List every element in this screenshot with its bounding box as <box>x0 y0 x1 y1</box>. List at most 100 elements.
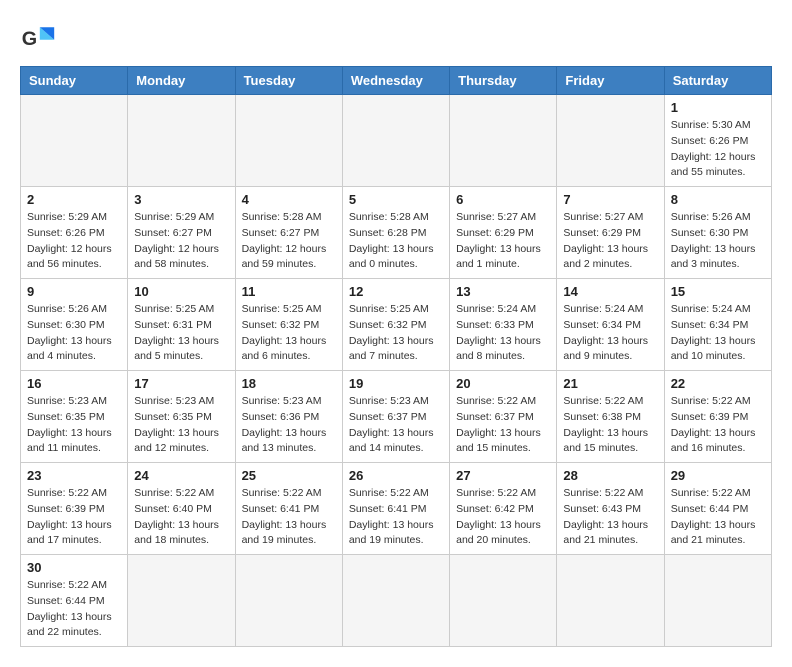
empty-cell <box>235 555 342 647</box>
day-cell-29: 29 Sunrise: 5:22 AM Sunset: 6:44 PM Dayli… <box>664 463 771 555</box>
day-info: Sunrise: 5:29 AM Sunset: 6:26 PM Dayligh… <box>27 210 121 273</box>
day-info: Sunrise: 5:22 AM Sunset: 6:41 PM Dayligh… <box>349 486 443 549</box>
day-info: Sunrise: 5:24 AM Sunset: 6:33 PM Dayligh… <box>456 302 550 365</box>
day-cell-4: 4 Sunrise: 5:28 AM Sunset: 6:27 PM Daylig… <box>235 187 342 279</box>
day-number: 19 <box>349 376 443 391</box>
day-cell-21: 21 Sunrise: 5:22 AM Sunset: 6:38 PM Dayli… <box>557 371 664 463</box>
day-info: Sunrise: 5:22 AM Sunset: 6:43 PM Dayligh… <box>563 486 657 549</box>
day-info: Sunrise: 5:23 AM Sunset: 6:37 PM Dayligh… <box>349 394 443 457</box>
day-cell-3: 3 Sunrise: 5:29 AM Sunset: 6:27 PM Daylig… <box>128 187 235 279</box>
day-cell-16: 16 Sunrise: 5:23 AM Sunset: 6:35 PM Dayli… <box>21 371 128 463</box>
day-number: 5 <box>349 192 443 207</box>
week-row-2: 2 Sunrise: 5:29 AM Sunset: 6:26 PM Daylig… <box>21 187 772 279</box>
column-header-tuesday: Tuesday <box>235 67 342 95</box>
column-header-thursday: Thursday <box>450 67 557 95</box>
day-number: 13 <box>456 284 550 299</box>
day-number: 10 <box>134 284 228 299</box>
day-number: 22 <box>671 376 765 391</box>
svg-text:G: G <box>22 28 37 50</box>
day-cell-18: 18Sunrise: 5:23 AM Sunset: 6:36 PM Dayli… <box>235 371 342 463</box>
day-number: 1 <box>671 100 765 115</box>
day-number: 12 <box>349 284 443 299</box>
day-number: 16 <box>27 376 121 391</box>
day-cell-24: 24 Sunrise: 5:22 AM Sunset: 6:40 PM Dayli… <box>128 463 235 555</box>
day-info: Sunrise: 5:26 AM Sunset: 6:30 PM Dayligh… <box>27 302 121 365</box>
day-number: 7 <box>563 192 657 207</box>
day-info: Sunrise: 5:28 AM Sunset: 6:27 PM Dayligh… <box>242 210 336 273</box>
day-number: 27 <box>456 468 550 483</box>
day-info: Sunrise: 5:25 AM Sunset: 6:32 PM Dayligh… <box>242 302 336 365</box>
day-number: 20 <box>456 376 550 391</box>
week-row-5: 23Sunrise: 5:22 AM Sunset: 6:39 PM Dayli… <box>21 463 772 555</box>
day-info: Sunrise: 5:22 AM Sunset: 6:42 PM Dayligh… <box>456 486 550 549</box>
day-cell-2: 2 Sunrise: 5:29 AM Sunset: 6:26 PM Daylig… <box>21 187 128 279</box>
column-header-wednesday: Wednesday <box>342 67 449 95</box>
empty-cell <box>557 95 664 187</box>
day-cell-22: 22 Sunrise: 5:22 AM Sunset: 6:39 PM Dayli… <box>664 371 771 463</box>
day-info: Sunrise: 5:23 AM Sunset: 6:35 PM Dayligh… <box>27 394 121 457</box>
page-header: G <box>20 20 772 56</box>
empty-cell <box>235 95 342 187</box>
day-number: 30 <box>27 560 121 575</box>
day-cell-26: 26 Sunrise: 5:22 AM Sunset: 6:41 PM Dayli… <box>342 463 449 555</box>
day-info: Sunrise: 5:22 AM Sunset: 6:39 PM Dayligh… <box>671 394 765 457</box>
day-number: 29 <box>671 468 765 483</box>
day-cell-14: 14Sunrise: 5:24 AM Sunset: 6:34 PM Dayli… <box>557 279 664 371</box>
day-info: Sunrise: 5:27 AM Sunset: 6:29 PM Dayligh… <box>563 210 657 273</box>
day-cell-9: 9 Sunrise: 5:26 AM Sunset: 6:30 PM Daylig… <box>21 279 128 371</box>
day-number: 4 <box>242 192 336 207</box>
week-row-3: 9 Sunrise: 5:26 AM Sunset: 6:30 PM Daylig… <box>21 279 772 371</box>
day-cell-19: 19 Sunrise: 5:23 AM Sunset: 6:37 PM Dayli… <box>342 371 449 463</box>
empty-cell <box>21 95 128 187</box>
calendar: SundayMondayTuesdayWednesdayThursdayFrid… <box>20 66 772 647</box>
day-info: Sunrise: 5:23 AM Sunset: 6:35 PM Dayligh… <box>134 394 228 457</box>
day-info: Sunrise: 5:22 AM Sunset: 6:38 PM Dayligh… <box>563 394 657 457</box>
day-cell-5: 5 Sunrise: 5:28 AM Sunset: 6:28 PM Daylig… <box>342 187 449 279</box>
day-cell-30: 30 Sunrise: 5:22 AM Sunset: 6:44 PM Dayli… <box>21 555 128 647</box>
empty-cell <box>664 555 771 647</box>
day-number: 3 <box>134 192 228 207</box>
day-info: Sunrise: 5:22 AM Sunset: 6:40 PM Dayligh… <box>134 486 228 549</box>
empty-cell <box>450 555 557 647</box>
day-info: Sunrise: 5:29 AM Sunset: 6:27 PM Dayligh… <box>134 210 228 273</box>
day-cell-12: 12 Sunrise: 5:25 AM Sunset: 6:32 PM Dayli… <box>342 279 449 371</box>
logo-icon: G <box>20 20 56 56</box>
day-info: Sunrise: 5:22 AM Sunset: 6:41 PM Dayligh… <box>242 486 336 549</box>
day-info: Sunrise: 5:22 AM Sunset: 6:44 PM Dayligh… <box>27 578 121 641</box>
day-info: Sunrise: 5:27 AM Sunset: 6:29 PM Dayligh… <box>456 210 550 273</box>
day-cell-20: 20 Sunrise: 5:22 AM Sunset: 6:37 PM Dayli… <box>450 371 557 463</box>
day-info: Sunrise: 5:22 AM Sunset: 6:39 PM Dayligh… <box>27 486 121 549</box>
day-number: 6 <box>456 192 550 207</box>
empty-cell <box>128 555 235 647</box>
day-number: 21 <box>563 376 657 391</box>
day-cell-10: 10 Sunrise: 5:25 AM Sunset: 6:31 PM Dayli… <box>128 279 235 371</box>
day-info: Sunrise: 5:30 AM Sunset: 6:26 PM Dayligh… <box>671 118 765 181</box>
day-number: 18 <box>242 376 336 391</box>
day-info: Sunrise: 5:25 AM Sunset: 6:31 PM Dayligh… <box>134 302 228 365</box>
day-cell-17: 17 Sunrise: 5:23 AM Sunset: 6:35 PM Dayli… <box>128 371 235 463</box>
day-cell-7: 7 Sunrise: 5:27 AM Sunset: 6:29 PM Daylig… <box>557 187 664 279</box>
empty-cell <box>342 95 449 187</box>
day-info: Sunrise: 5:28 AM Sunset: 6:28 PM Dayligh… <box>349 210 443 273</box>
day-info: Sunrise: 5:25 AM Sunset: 6:32 PM Dayligh… <box>349 302 443 365</box>
day-number: 24 <box>134 468 228 483</box>
day-number: 9 <box>27 284 121 299</box>
day-number: 17 <box>134 376 228 391</box>
week-row-6: 30 Sunrise: 5:22 AM Sunset: 6:44 PM Dayli… <box>21 555 772 647</box>
week-row-4: 16 Sunrise: 5:23 AM Sunset: 6:35 PM Dayli… <box>21 371 772 463</box>
day-cell-23: 23Sunrise: 5:22 AM Sunset: 6:39 PM Dayli… <box>21 463 128 555</box>
day-number: 26 <box>349 468 443 483</box>
column-header-friday: Friday <box>557 67 664 95</box>
day-number: 11 <box>242 284 336 299</box>
column-header-saturday: Saturday <box>664 67 771 95</box>
empty-cell <box>557 555 664 647</box>
empty-cell <box>342 555 449 647</box>
day-info: Sunrise: 5:22 AM Sunset: 6:44 PM Dayligh… <box>671 486 765 549</box>
day-cell-1: 1 Sunrise: 5:30 AM Sunset: 6:26 PM Daylig… <box>664 95 771 187</box>
day-info: Sunrise: 5:22 AM Sunset: 6:37 PM Dayligh… <box>456 394 550 457</box>
day-cell-13: 13 Sunrise: 5:24 AM Sunset: 6:33 PM Dayli… <box>450 279 557 371</box>
logo: G <box>20 20 62 56</box>
day-cell-28: 28Sunrise: 5:22 AM Sunset: 6:43 PM Dayli… <box>557 463 664 555</box>
day-cell-15: 15Sunrise: 5:24 AM Sunset: 6:34 PM Dayli… <box>664 279 771 371</box>
day-number: 2 <box>27 192 121 207</box>
